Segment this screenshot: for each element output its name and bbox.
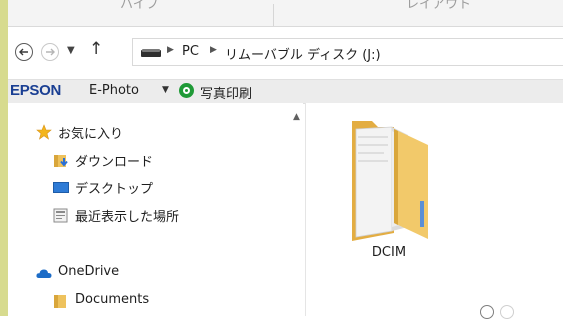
cloud-icon: [36, 269, 52, 278]
sidebar-item-label: 最近表示した場所: [75, 210, 180, 225]
sidebar-item-label: ダウンロード: [75, 155, 154, 170]
breadcrumb-pc[interactable]: PC: [182, 44, 199, 59]
epson-logo: EPSON: [10, 82, 62, 99]
forward-arrow-icon[interactable]: [41, 43, 59, 61]
navigation-pane: お気に入り ダウンロード デスクトップ 最近表示した場所 OneDrive Do…: [8, 103, 303, 316]
folder-icon: [54, 295, 66, 308]
window-left-accent-bar: [0, 0, 8, 316]
desktop-icon: [53, 182, 69, 193]
file-list: DCIM: [306, 103, 563, 319]
up-arrow-icon[interactable]: ↑: [89, 39, 103, 59]
ribbon-strip: ハイプ レイアウト: [8, 0, 563, 27]
ribbon-tab-1[interactable]: ハイプ: [120, 0, 159, 12]
partial-nav-icons: [480, 305, 520, 323]
sidebar-item-label: Documents: [75, 292, 150, 307]
folder-item-dcim[interactable]: DCIM: [348, 115, 430, 265]
scroll-up-arrow-icon[interactable]: ▲: [293, 112, 300, 122]
chevron-down-icon[interactable]: ▼: [162, 85, 169, 95]
breadcrumb-separator-icon: ▶: [167, 45, 174, 55]
downloads-icon: [54, 155, 68, 167]
folder-label: DCIM: [371, 245, 407, 260]
breadcrumb-separator-icon: ▶: [210, 45, 217, 55]
sidebar-scrollbar[interactable]: [287, 103, 303, 316]
back-arrow-icon[interactable]: [15, 43, 33, 61]
epson-toolbar: EPSON E-Photo ▼ 写真印刷: [8, 79, 563, 104]
sidebar-item-label: お気に入り: [58, 127, 124, 142]
photo-print-icon[interactable]: [179, 83, 194, 98]
photo-print-button[interactable]: 写真印刷: [200, 83, 252, 102]
star-icon: [36, 124, 52, 140]
folder-icon: [352, 121, 428, 241]
circle-button-icon[interactable]: [500, 305, 514, 319]
navigation-bar: ▼ ↑ ▶ PC ▶ リムーバブル ディスク (J:): [8, 33, 563, 71]
ephoto-menu[interactable]: E-Photo: [89, 83, 139, 98]
recent-places-icon: [53, 208, 68, 223]
ribbon-divider: [273, 4, 274, 26]
drive-icon: [141, 49, 161, 57]
breadcrumb-removable-disk[interactable]: リムーバブル ディスク (J:): [225, 44, 381, 63]
circle-button-icon[interactable]: [480, 305, 494, 319]
address-bar[interactable]: ▶ PC ▶ リムーバブル ディスク (J:): [132, 38, 563, 66]
recent-dropdown-icon[interactable]: ▼: [67, 45, 75, 56]
sidebar-item-label: デスクトップ: [75, 182, 154, 197]
sidebar-item-label: OneDrive: [58, 264, 120, 279]
ribbon-tab-layout[interactable]: レイアウト: [406, 0, 471, 12]
